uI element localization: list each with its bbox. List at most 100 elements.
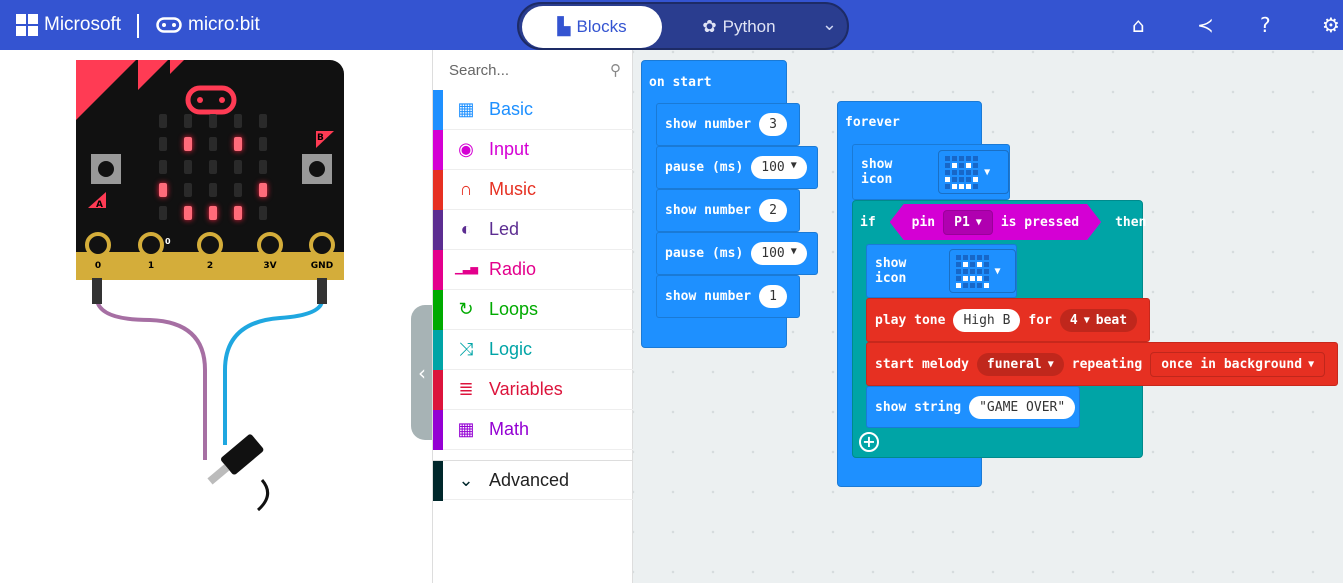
block-label: show number [665,203,752,218]
category-logic[interactable]: ⤨ Logic [433,330,633,370]
pause-dropdown[interactable]: 100 ▼ [751,156,807,179]
settings-icon[interactable]: ⚙ [1322,13,1340,37]
category-color-bar [433,370,443,410]
category-color-bar [433,130,443,170]
icon-picker[interactable]: ▼ [948,249,1016,293]
chevron-down-icon[interactable]: ⌄ [822,14,837,35]
block-label: show string [875,399,962,415]
category-advanced[interactable]: ⌄ Advanced [433,460,633,501]
icon-pixel [976,275,982,281]
string-field[interactable]: "GAME OVER" [969,395,1076,419]
beats-dropdown[interactable]: 4 ▼ beat [1059,308,1138,332]
icon-pixel [983,254,989,260]
category-basic[interactable]: ▦ Basic [433,90,633,130]
category-variables[interactable]: ≣ Variables [433,370,633,410]
simulator: A B 0 1 2 3V GND 0 ‹ [0,50,432,583]
pause-dropdown[interactable]: 100 ▼ [751,242,807,265]
led [259,206,267,220]
play-tone-block[interactable]: play tone High B for 4 ▼ beat [866,298,1150,342]
chevron-left-icon: ‹ [418,360,426,385]
if-header: if pin P1 ▼ is pressed then [852,202,1146,242]
number-field[interactable]: 2 [759,199,787,222]
category-color-bar [433,461,443,501]
headphones-icon: ∩ [459,179,473,199]
melody-dropdown[interactable]: funeral ▼ [976,352,1064,376]
pause-block[interactable]: pause (ms) 100 ▼ [656,232,818,275]
show-number-block[interactable]: show number 3 [656,103,800,146]
led [159,137,167,151]
icon-pixel [962,261,968,267]
add-else-icon[interactable]: + [859,432,879,452]
pause-block[interactable]: pause (ms) 100 ▼ [656,146,818,189]
icon-pixel [952,155,958,161]
category-color-bar [433,250,443,290]
category-label: Variables [489,379,563,399]
icon-picker[interactable]: ▼ [938,150,1009,194]
start-melody-block[interactable]: start melody funeral ▼ repeating once in … [866,342,1338,386]
icon-pixel [973,176,979,182]
led [234,183,242,197]
note-field[interactable]: High B [953,308,1021,332]
icon-pixel [973,183,979,189]
block-label: pause (ms) [665,160,744,175]
icon-pixel [973,162,979,168]
collapse-simulator-button[interactable]: ‹ [411,305,432,440]
category-led[interactable]: ◐ Led [433,210,633,250]
icon-pixel [983,261,989,267]
repeating-label: repeating [1071,356,1143,372]
list-icon: ≣ [458,379,474,399]
share-icon[interactable]: ≺ [1197,13,1214,37]
pin-0 [85,232,111,258]
category-loops[interactable]: ↻ Loops [433,290,633,330]
is-pressed-label: is pressed [1000,214,1080,230]
category-math[interactable]: ▦ Math [433,410,633,450]
microbit-board[interactable]: A B 0 1 2 3V GND 0 [0,50,432,583]
icon-pixel [962,268,968,274]
number-field[interactable]: 1 [759,285,787,308]
category-label: Loops [489,299,539,319]
category-radio[interactable]: ▁▃▅ Radio [433,250,633,290]
home-icon[interactable]: ⌂ [1132,13,1145,37]
dropdown-arrow-icon: ▼ [975,216,982,228]
show-icon-block[interactable]: show icon ▼ [866,244,1017,298]
icon-pixel [969,275,975,281]
tab-label: Python [722,17,776,36]
tab-python[interactable]: ✿ Python [679,6,799,48]
dropdown-arrow-icon: ▼ [790,246,797,257]
led [209,160,217,174]
pin-dropdown[interactable]: P1 ▼ [943,210,993,235]
number-field[interactable]: 3 [759,113,787,136]
happy-icon [945,155,979,189]
category-input[interactable]: ◉ Input [433,130,633,170]
icon-pixel [969,282,975,288]
pin-pressed-block[interactable]: pin P1 ▼ is pressed [890,204,1101,240]
show-icon-block[interactable]: show icon ▼ [852,144,1010,200]
show-number-block[interactable]: show number 2 [656,189,800,232]
show-string-block[interactable]: show string "GAME OVER" [866,386,1080,428]
search-input[interactable]: Search... ⚲ [433,50,633,90]
category-color-bar [433,330,443,370]
beat-label: beat [1095,312,1128,328]
category-music[interactable]: ∩ Music [433,170,633,210]
help-icon[interactable]: ? [1260,13,1271,37]
icon-pixel [976,282,982,288]
pin-label: GND [311,261,333,271]
dropdown-arrow-icon: ▼ [984,166,991,178]
block-label: play tone [875,312,946,328]
search-icon[interactable]: ⚲ [610,61,621,79]
microsoft-logo[interactable]: Microsoft [16,14,121,36]
icon-pixel [966,162,972,168]
blocks-workspace[interactable]: on start show number 3 pause (ms) 100 ▼ show … [633,50,1343,583]
tab-blocks[interactable]: ▙ Blocks [522,6,662,48]
microbit-logo[interactable]: micro:bit [156,14,260,36]
icon-pixel [952,176,958,182]
block-label: show number [665,289,752,304]
icon-pixel [959,155,965,161]
repeat-mode-dropdown[interactable]: once in background ▼ [1150,351,1326,377]
icon-pixel [945,183,951,189]
python-icon: ✿ [702,17,717,36]
icon-pixel [955,261,961,267]
editor-tabs: ▙ Blocks ✿ Python ⌄ [517,2,849,50]
block-label: pause (ms) [665,246,744,261]
show-number-block[interactable]: show number 1 [656,275,800,318]
